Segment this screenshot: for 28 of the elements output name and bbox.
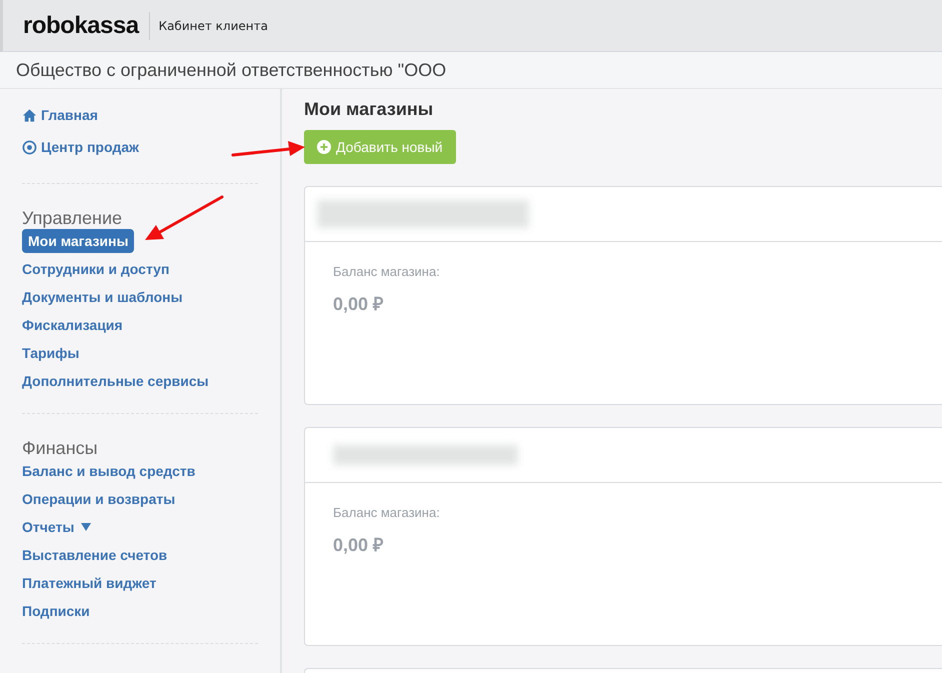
sidebar-section-title: Управление — [22, 208, 122, 229]
sidebar-item[interactable]: Центр продаж — [22, 135, 139, 159]
sidebar-item[interactable]: Баланс и вывод средств — [22, 459, 196, 483]
company-name: Общество с ограниченной ответственностью "ООО — [16, 60, 446, 80]
sidebar-item[interactable]: Фискализация — [22, 313, 123, 337]
target-icon — [22, 140, 37, 154]
sidebar-item[interactable]: Платежный виджет — [22, 571, 156, 595]
caret-icon — [81, 523, 92, 531]
sidebar-item[interactable]: Сотрудники и доступ — [22, 257, 170, 281]
sidebar-item[interactable]: Тарифы — [22, 341, 80, 365]
balance-value: 0,00 ₽ — [333, 293, 384, 315]
plus-icon — [317, 140, 331, 154]
sidebar-item[interactable]: Документы и шаблоны — [22, 285, 183, 309]
sidebar-item[interactable]: Отчеты — [22, 515, 92, 539]
sidebar-item[interactable]: Подписки — [22, 599, 90, 623]
sidebar-item[interactable]: Мои магазины — [22, 229, 134, 253]
page-title: Мои магазины — [304, 99, 434, 120]
balance-value: 0,00 ₽ — [333, 534, 384, 556]
sidebar-item[interactable]: Выставление счетов — [22, 543, 168, 567]
sidebar-section-title: Финансы — [22, 438, 98, 459]
home-icon — [22, 108, 37, 122]
balance-label: Баланс магазина: — [333, 505, 441, 520]
sidebar-item[interactable]: Главная — [22, 103, 98, 127]
sidebar-item[interactable]: Операции и возвраты — [22, 487, 176, 511]
balance-label: Баланс магазина: — [333, 264, 441, 279]
logo[interactable]: robokassa — [23, 12, 150, 40]
sidebar-item[interactable]: Дополнительные сервисы — [22, 369, 209, 393]
header-title: Кабинет клиента — [158, 18, 268, 32]
